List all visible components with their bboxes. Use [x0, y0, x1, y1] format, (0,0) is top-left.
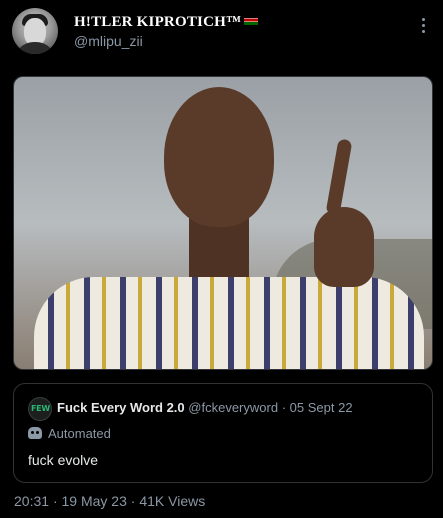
author-display-name-text: H!TLER KIPROTICH™	[74, 14, 242, 30]
post-header: H!TLER KIPROTICH™ @mlipu_zii	[12, 8, 432, 58]
robot-icon	[28, 427, 42, 439]
meta-separator: ·	[130, 493, 136, 509]
avatar-coat-shape	[14, 42, 56, 54]
meta-separator: ·	[52, 493, 58, 509]
quoted-account-handle[interactable]: @fckeveryword	[188, 400, 278, 415]
post-metadata: 20:31 · 19 May 23 · 41K Views	[14, 493, 205, 509]
post-media-photo[interactable]	[13, 76, 433, 370]
author-display-name[interactable]: H!TLER KIPROTICH™	[74, 14, 259, 31]
author-handle[interactable]: @mlipu_zii	[74, 33, 143, 49]
quoted-post-date: 05 Sept 22	[289, 400, 353, 415]
quoted-account-name[interactable]: Fuck Every Word 2.0	[57, 400, 185, 415]
post-time[interactable]: 20:31	[14, 493, 49, 509]
automated-label-text: Automated	[48, 426, 111, 441]
photo-head-shape	[164, 87, 274, 227]
photo-shirt-shape	[34, 277, 424, 369]
quoted-avatar-text: FEW	[31, 404, 50, 413]
automated-label: Automated	[28, 426, 111, 441]
byline-separator: ·	[281, 400, 287, 415]
quoted-post-card[interactable]: FEW Fuck Every Word 2.0 @fckeveryword · …	[13, 383, 433, 483]
quoted-post-text: fuck evolve	[28, 452, 99, 468]
quoted-account-avatar[interactable]: FEW	[28, 397, 52, 421]
post-views[interactable]: 41K Views	[139, 493, 205, 509]
quoted-post-byline: Fuck Every Word 2.0 @fckeveryword · 05 S…	[57, 400, 353, 415]
photo-finger-shape	[325, 138, 353, 216]
more-options-icon[interactable]	[420, 18, 426, 36]
author-avatar[interactable]	[12, 8, 58, 54]
post-date[interactable]: 19 May 23	[62, 493, 127, 509]
photo-hand-shape	[314, 207, 374, 287]
kenya-flag-icon	[244, 15, 259, 25]
